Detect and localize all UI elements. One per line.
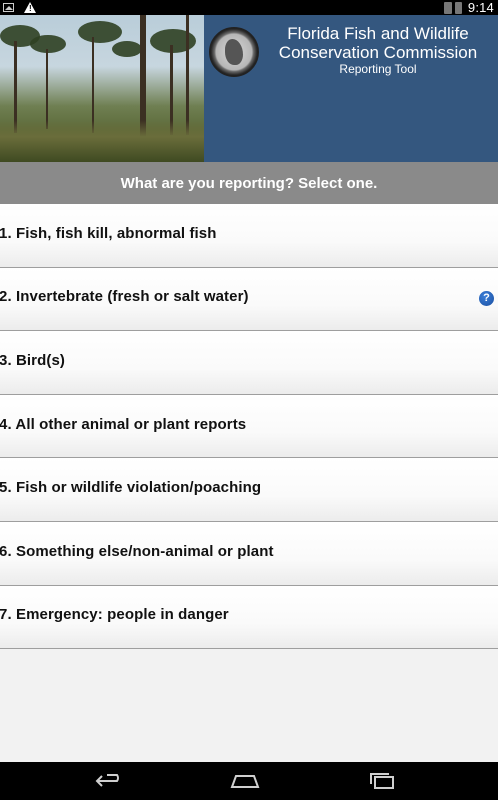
home-button[interactable] [228, 770, 262, 792]
home-icon [230, 775, 260, 788]
report-option-other-animal-plant[interactable]: 4. All other animal or plant reports [0, 394, 498, 459]
report-option-fish[interactable]: 1. Fish, fish kill, abnormal fish [0, 204, 498, 268]
image-notification-icon [3, 3, 14, 12]
battery-icon [454, 1, 462, 14]
help-icon[interactable]: ? [479, 290, 494, 306]
back-button[interactable] [93, 770, 127, 792]
report-option-violation[interactable]: 5. Fish or wildlife violation/poaching [0, 458, 498, 522]
warning-icon: ! [24, 2, 36, 13]
report-option-label: 3. Bird(s) [0, 351, 66, 369]
app-header: Florida Fish and Wildlife Conservation C… [0, 15, 498, 162]
report-option-birds[interactable]: 3. Bird(s) [0, 331, 498, 395]
report-option-label: 5. Fish or wildlife violation/poaching [0, 479, 262, 497]
report-option-label: 4. All other animal or plant reports [0, 415, 247, 433]
report-prompt: What are you reporting? Select one. [0, 162, 498, 204]
org-name: Florida Fish and Wildlife Conservation C… [278, 24, 478, 62]
report-option-something-else[interactable]: 6. Something else/non-animal or plant [0, 521, 498, 586]
header-forest-photo [0, 15, 204, 162]
fwc-seal-logo [209, 27, 259, 77]
app-subtitle: Reporting Tool [339, 62, 417, 76]
wifi-icon [443, 1, 452, 14]
recents-button[interactable] [365, 770, 399, 792]
report-option-label: 7. Emergency: people in danger [0, 606, 229, 624]
report-option-label: 1. Fish, fish kill, abnormal fish [0, 224, 217, 242]
empty-content-area [0, 650, 498, 762]
system-nav-bar [0, 762, 498, 800]
header-title-area: Florida Fish and Wildlife Conservation C… [204, 15, 498, 162]
report-options-list: 1. Fish, fish kill, abnormal fish 2. Inv… [0, 204, 498, 650]
report-option-invertebrate[interactable]: 2. Invertebrate (fresh or salt water) ? [0, 267, 498, 332]
recents-icon [370, 773, 394, 789]
status-bar: ! 9:14 [0, 0, 498, 15]
report-option-label: 2. Invertebrate (fresh or salt water) [0, 288, 249, 306]
status-time: 9:14 [467, 0, 494, 15]
back-icon [95, 774, 119, 787]
report-option-emergency[interactable]: 7. Emergency: people in danger [0, 585, 498, 650]
report-option-label: 6. Something else/non-animal or plant [0, 542, 274, 560]
